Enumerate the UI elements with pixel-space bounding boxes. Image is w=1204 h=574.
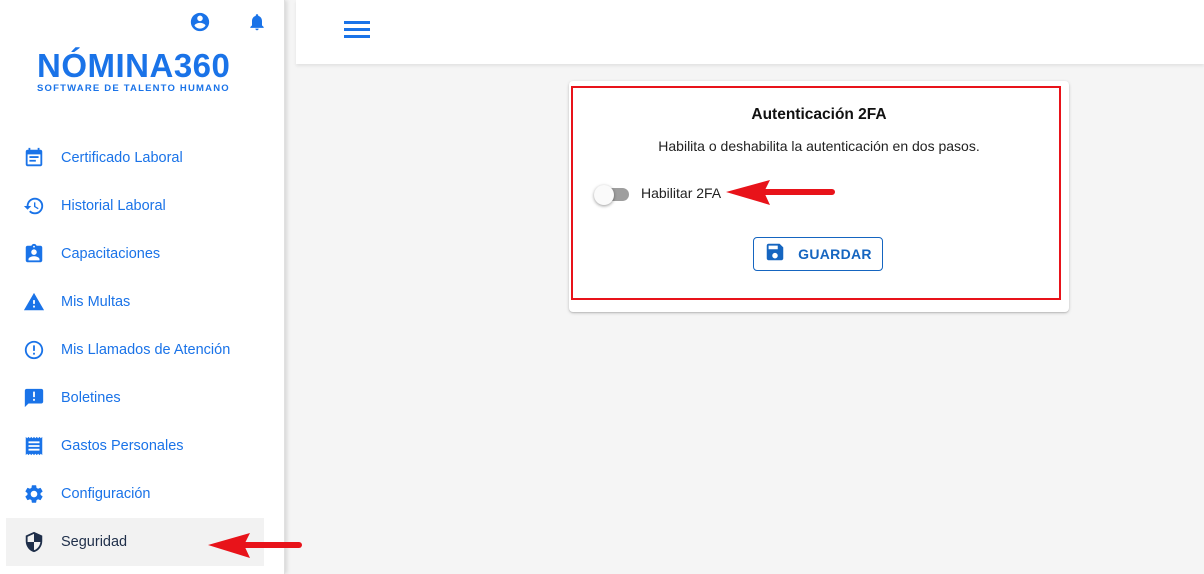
sidebar-item-label: Boletines — [61, 390, 121, 406]
sidebar-item-certificado-laboral[interactable]: Certificado Laboral — [6, 134, 264, 182]
sidebar-item-label: Configuración — [61, 486, 151, 502]
sidebar: NÓMINA360 SOFTWARE DE TALENTO HUMANO Cer… — [0, 0, 285, 574]
enable-2fa-toggle[interactable] — [594, 185, 630, 205]
brand-logo: NÓMINA360 SOFTWARE DE TALENTO HUMANO — [37, 47, 237, 95]
sidebar-item-label: Historial Laboral — [61, 198, 166, 214]
save-button[interactable]: GUARDAR — [753, 237, 883, 271]
sidebar-item-configuracion[interactable]: Configuración — [6, 470, 264, 518]
brand-name: NÓMINA360 — [37, 47, 231, 84]
annotation-arrow-toggle — [726, 180, 835, 205]
sidebar-item-boletines[interactable]: Boletines — [6, 374, 264, 422]
card-description: Habilita o deshabilita la autenticación … — [658, 138, 980, 154]
sidebar-nav: Certificado Laboral Historial Laboral Ca… — [6, 134, 264, 566]
gear-icon — [22, 482, 46, 506]
sidebar-item-label: Mis Multas — [61, 294, 131, 310]
sidebar-item-label: Certificado Laboral — [61, 150, 183, 166]
error-outline-icon — [22, 338, 46, 362]
toggle-thumb — [594, 185, 614, 205]
sidebar-item-historial-laboral[interactable]: Historial Laboral — [6, 182, 264, 230]
annotation-arrow-seguridad — [208, 533, 302, 558]
history-icon — [22, 194, 46, 218]
receipt-icon — [22, 434, 46, 458]
sidebar-top-icons — [188, 10, 269, 34]
account-circle-icon[interactable] — [188, 10, 212, 34]
sidebar-item-label: Mis Llamados de Atención — [61, 342, 231, 358]
shield-icon — [22, 530, 46, 554]
hamburger-menu-icon[interactable] — [343, 16, 371, 44]
announcement-icon — [22, 386, 46, 410]
calendar-icon — [22, 146, 46, 170]
card-title: Autenticación 2FA — [751, 106, 887, 123]
bell-icon[interactable] — [245, 10, 269, 34]
sidebar-item-gastos-personales[interactable]: Gastos Personales — [6, 422, 264, 470]
save-button-label: GUARDAR — [798, 246, 872, 262]
sidebar-item-mis-multas[interactable]: Mis Multas — [6, 278, 264, 326]
warning-icon — [22, 290, 46, 314]
toggle-label: Habilitar 2FA — [641, 185, 722, 201]
sidebar-item-capacitaciones[interactable]: Capacitaciones — [6, 230, 264, 278]
app-bar — [296, 0, 1204, 64]
assignment-ind-icon — [22, 242, 46, 266]
brand-tagline: SOFTWARE DE TALENTO HUMANO — [37, 83, 230, 94]
sidebar-item-label: Gastos Personales — [61, 438, 184, 454]
floppy-disk-icon — [764, 241, 786, 268]
sidebar-item-label: Seguridad — [61, 534, 128, 550]
sidebar-item-mis-llamados-de-atencion[interactable]: Mis Llamados de Atención — [6, 326, 264, 374]
sidebar-item-label: Capacitaciones — [61, 246, 161, 262]
